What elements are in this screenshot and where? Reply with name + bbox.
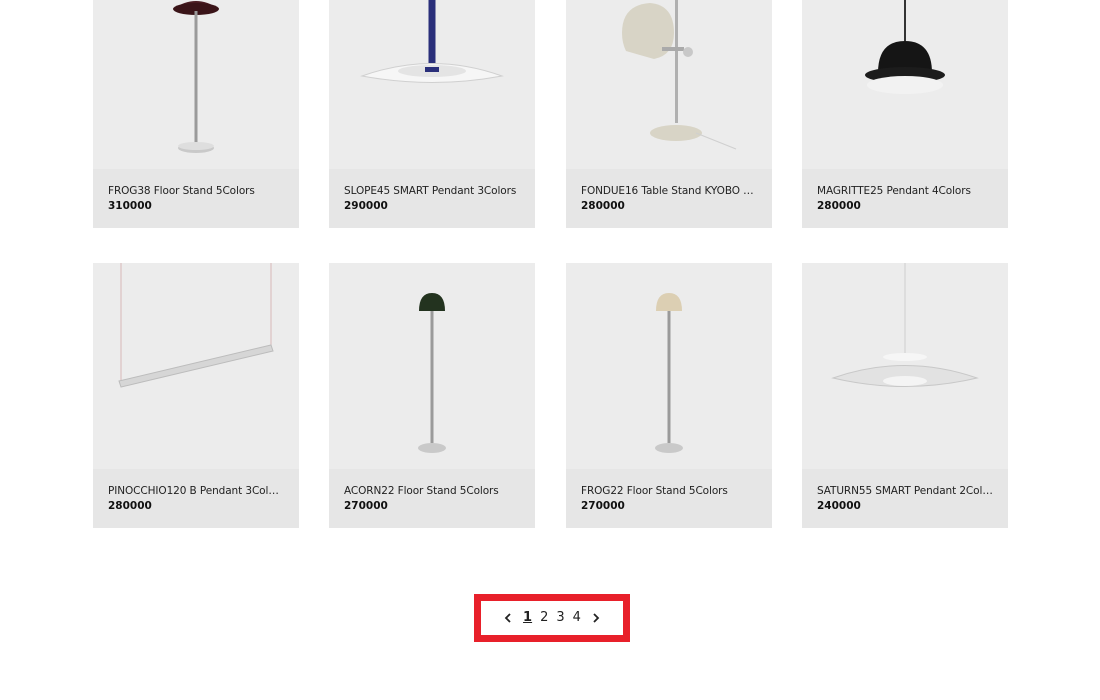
product-name[interactable]: PINOCCHIO120 B Pendant 3Colors	[108, 484, 284, 499]
product-image[interactable]	[93, 0, 299, 169]
product-image[interactable]	[802, 263, 1008, 469]
product-image[interactable]	[93, 263, 299, 469]
page-4-link[interactable]: 4	[569, 604, 585, 632]
product-info: FROG38 Floor Stand 5Colors 310000	[93, 169, 299, 228]
product-name[interactable]: SLOPE45 SMART Pendant 3Colors	[344, 184, 520, 199]
page-1-link[interactable]: 1	[519, 604, 536, 632]
page-3-link[interactable]: 3	[552, 604, 568, 632]
pendant-lamp-icon	[802, 263, 1008, 469]
product-image[interactable]	[329, 0, 535, 169]
product-card[interactable]: ACORN22 Floor Stand 5Colors 270000	[329, 263, 535, 528]
linear-pendant-icon	[93, 263, 299, 469]
page-2-link[interactable]: 2	[536, 604, 552, 632]
product-card[interactable]: PINOCCHIO120 B Pendant 3Colors 280000	[93, 263, 299, 528]
product-price: 290000	[344, 200, 388, 212]
product-info: FONDUE16 Table Stand KYOBO BOO... 280000	[566, 169, 772, 228]
product-price: 280000	[817, 200, 861, 212]
floor-lamp-icon	[329, 263, 535, 469]
product-image[interactable]	[566, 263, 772, 469]
product-card[interactable]: FROG38 Floor Stand 5Colors 310000	[93, 0, 299, 228]
product-info: SLOPE45 SMART Pendant 3Colors 290000	[329, 169, 535, 228]
product-price: 310000	[108, 200, 152, 212]
product-price: 280000	[108, 500, 152, 512]
product-price: 240000	[817, 500, 861, 512]
product-info: ACORN22 Floor Stand 5Colors 270000	[329, 469, 535, 528]
product-name[interactable]: FROG38 Floor Stand 5Colors	[108, 184, 284, 199]
product-name[interactable]: FROG22 Floor Stand 5Colors	[581, 484, 757, 499]
product-card[interactable]: SATURN55 SMART Pendant 2Colors 240000	[802, 263, 1008, 528]
table-lamp-icon	[566, 0, 772, 169]
product-info: FROG22 Floor Stand 5Colors 270000	[566, 469, 772, 528]
product-card[interactable]: MAGRITTE25 Pendant 4Colors 280000	[802, 0, 1008, 228]
product-name[interactable]: SATURN55 SMART Pendant 2Colors	[817, 484, 993, 499]
product-card[interactable]: FONDUE16 Table Stand KYOBO BOO... 280000	[566, 0, 772, 228]
product-price: 270000	[344, 500, 388, 512]
floor-lamp-icon	[93, 0, 299, 169]
product-name[interactable]: FONDUE16 Table Stand KYOBO BOO...	[581, 184, 757, 199]
product-card[interactable]: FROG22 Floor Stand 5Colors 270000	[566, 263, 772, 528]
chevron-right-icon[interactable]	[585, 604, 607, 632]
product-image[interactable]	[329, 263, 535, 469]
product-info: MAGRITTE25 Pendant 4Colors 280000	[802, 169, 1008, 228]
product-image[interactable]	[566, 0, 772, 169]
product-name[interactable]: MAGRITTE25 Pendant 4Colors	[817, 184, 993, 199]
floor-lamp-icon	[566, 263, 772, 469]
product-info: PINOCCHIO120 B Pendant 3Colors 280000	[93, 469, 299, 528]
pendant-lamp-icon	[329, 0, 535, 169]
chevron-left-icon[interactable]	[497, 604, 519, 632]
product-info: SATURN55 SMART Pendant 2Colors 240000	[802, 469, 1008, 528]
product-price: 280000	[581, 200, 625, 212]
product-card[interactable]: SLOPE45 SMART Pendant 3Colors 290000	[329, 0, 535, 228]
product-image[interactable]	[802, 0, 1008, 169]
product-name[interactable]: ACORN22 Floor Stand 5Colors	[344, 484, 520, 499]
pagination: 1 2 3 4	[484, 604, 620, 632]
pendant-lamp-icon	[802, 0, 1008, 169]
product-price: 270000	[581, 500, 625, 512]
